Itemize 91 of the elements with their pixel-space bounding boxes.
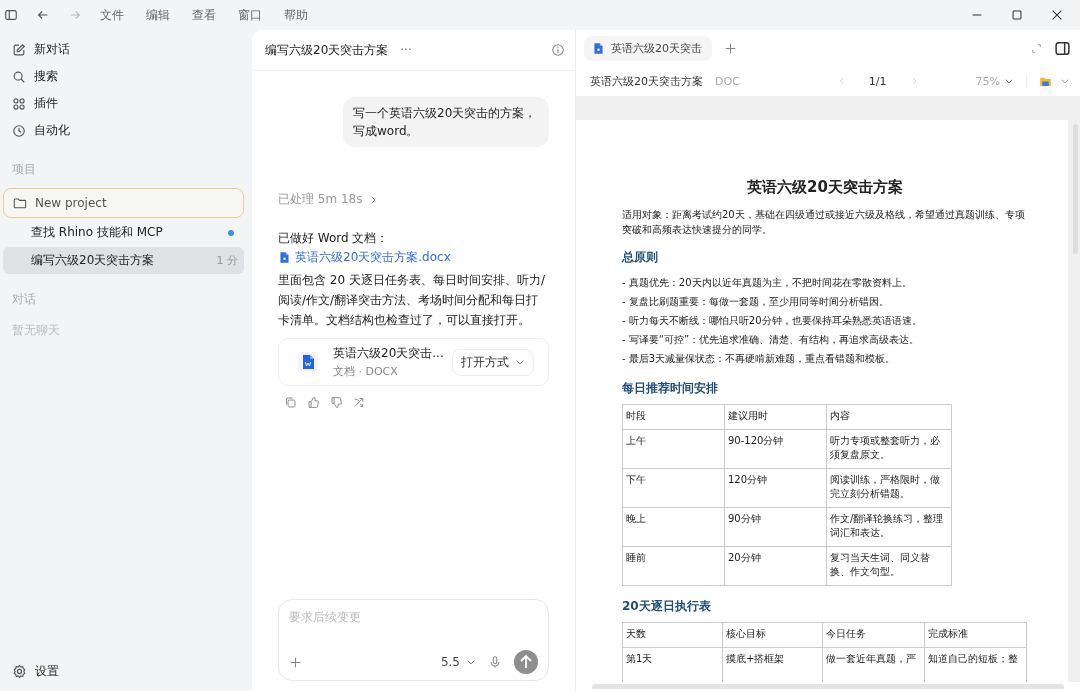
section-heading: 项目 — [11, 161, 37, 178]
table-cell: 睡前 — [622, 546, 725, 586]
reply-paragraph: 里面包含 20 天逐日任务表、每日时间安排、听力/阅读/作文/翻译突击方法、考场时间分配和每日打卡清单。文档结构也检查过了，可以直接打开。 — [278, 272, 546, 329]
info-icon[interactable] — [551, 43, 565, 57]
section-heading: 总原则 — [622, 249, 659, 266]
bullet-item: - 真题优先：20天内以近年真题为主，不把时间花在零散资料上。 — [622, 276, 913, 290]
column-header: 内容 — [826, 404, 952, 430]
model-selector[interactable]: 5.5 — [440, 655, 476, 669]
back-arrow-icon[interactable] — [36, 8, 50, 22]
menu-item[interactable]: 帮助 — [284, 6, 308, 24]
section-heading: 每日推荐时间安排 — [622, 380, 719, 397]
table-cell: 阅读训练，严格限时，做完立刻分析错题。 — [826, 468, 952, 508]
thread-title: 查找 Rhino 技能和 MCP — [31, 224, 164, 241]
chevron-down-icon — [1004, 76, 1014, 86]
chevron-down-icon — [515, 357, 525, 367]
file-type: 文档 · DOCX — [333, 364, 399, 379]
chevron-down-icon — [466, 657, 476, 667]
column-header: 完成标准 — [924, 622, 1027, 648]
table-cell: 上午 — [622, 429, 725, 469]
menu-item[interactable]: 编辑 — [146, 6, 170, 24]
plus-icon[interactable] — [289, 655, 302, 669]
thread-item[interactable]: 编写六级20天突击方案 1 分 — [3, 247, 244, 274]
menu-item[interactable]: 窗口 — [238, 6, 262, 24]
column-header: 建议用时 — [724, 404, 827, 430]
thread-title: 编写六级20天突击方案 — [31, 252, 156, 269]
table-cell: 听力专项或整套听力，必须复盘原文。 — [826, 429, 952, 469]
table-cell: 90分钟 — [724, 507, 827, 547]
table-cell: 下午 — [622, 468, 725, 508]
bullet-item: - 复盘比刷题重要：每做一套题，至少用同等时间分析错因。 — [622, 295, 890, 309]
document-type: DOC — [715, 74, 740, 88]
chevron-down-icon — [1060, 76, 1070, 86]
send-button-icon[interactable] — [514, 650, 538, 674]
horizontal-scrollbar[interactable] — [592, 684, 1064, 689]
file-card[interactable]: 英语六级20天突击... 文档 · DOCX 打开方式 — [278, 338, 549, 386]
user-message: 写一个英语六级20天突击的方案，写成word。 — [343, 97, 549, 147]
column-header: 今日任务 — [822, 622, 925, 648]
expand-icon[interactable] — [1031, 42, 1042, 54]
copy-icon[interactable] — [284, 396, 297, 409]
document-tab[interactable]: 英语六级20天突击 — [584, 35, 712, 61]
open-with-button[interactable]: 打开方式 — [452, 348, 534, 376]
thumbs-up-icon[interactable] — [307, 396, 320, 409]
settings-icon — [12, 664, 27, 679]
bullet-item: - 听力每天不断线：哪怕只听20分钟，也要保持耳朵熟悉英语语速。 — [622, 314, 923, 328]
table-cell: 晚上 — [622, 507, 725, 547]
section-heading: 对话 — [11, 291, 37, 308]
reply-text: 已做好 Word 文档： — [278, 230, 390, 247]
table-cell: 作文/翻译轮换练习，整理词汇和表达。 — [826, 507, 952, 547]
page-indicator: 1/1 — [868, 74, 887, 88]
intro-paragraph: 适用对象：距离考试约20天，基础在四级通过或接近六级及格线，希望通过真题训练、专项突破和高频表达快速提分的同学。 — [622, 208, 1026, 237]
document-icon — [278, 250, 291, 264]
clock-icon — [12, 123, 26, 138]
file-name: 英语六级20天突击... — [333, 345, 444, 362]
sidebar-item[interactable]: 自动化 — [3, 117, 244, 144]
column-header: 时段 — [622, 404, 725, 430]
sidebar-toggle-icon[interactable] — [4, 8, 18, 22]
document-icon — [592, 41, 605, 55]
column-header: 天数 — [622, 622, 723, 648]
sidebar-item[interactable]: 搜索 — [3, 63, 244, 90]
microphone-icon[interactable] — [488, 655, 502, 669]
maximize-icon[interactable] — [1010, 8, 1024, 22]
thread-item[interactable]: 查找 Rhino 技能和 MCP — [3, 219, 244, 246]
table-cell: 复习当天生词、同义替换、作文句型。 — [826, 546, 952, 586]
column-header: 核心目标 — [722, 622, 823, 648]
menu-item[interactable]: 查看 — [192, 6, 216, 24]
settings-button[interactable]: 设置 — [3, 658, 244, 685]
table-cell: 90-120分钟 — [724, 429, 827, 469]
thumbs-down-icon[interactable] — [330, 396, 343, 409]
project-item[interactable]: New project — [3, 188, 244, 218]
folder-icon — [13, 196, 27, 210]
table-cell: 120分钟 — [724, 468, 827, 508]
fork-icon[interactable] — [353, 396, 366, 409]
grid-icon — [12, 96, 26, 111]
table-cell: 20分钟 — [724, 546, 827, 586]
search-icon — [12, 69, 26, 84]
bullet-item: - 写译要“可控”：优先追求准确、清楚、有结构，再追求高级表达。 — [622, 333, 921, 347]
sidebar-item[interactable]: 插件 — [3, 90, 244, 117]
message-input[interactable]: 要求后续变更 — [289, 610, 538, 624]
thread-time: 1 分 — [216, 253, 238, 268]
panel-toggle-icon[interactable] — [1054, 39, 1071, 57]
conversation-title: 编写六级20天突击方案 — [265, 41, 389, 59]
new-tab-icon[interactable] — [724, 41, 737, 55]
document-name: 英语六级20天突击方案 — [590, 73, 703, 89]
menu-item[interactable]: 文件 — [100, 6, 124, 24]
file-link[interactable]: 英语六级20天突击方案.docx — [278, 248, 549, 266]
section-heading: 20天逐日执行表 — [622, 598, 712, 615]
sidebar-item[interactable]: 新对话 — [3, 36, 244, 63]
edit-icon — [12, 42, 26, 57]
bullet-item: - 最后3天减量保状态：不再硬啃新难题，重点看错题和模板。 — [622, 352, 897, 366]
more-button[interactable]: ··· — [400, 43, 412, 57]
close-icon[interactable] — [1050, 8, 1064, 22]
document-title: 英语六级20天突击方案 — [746, 178, 904, 197]
